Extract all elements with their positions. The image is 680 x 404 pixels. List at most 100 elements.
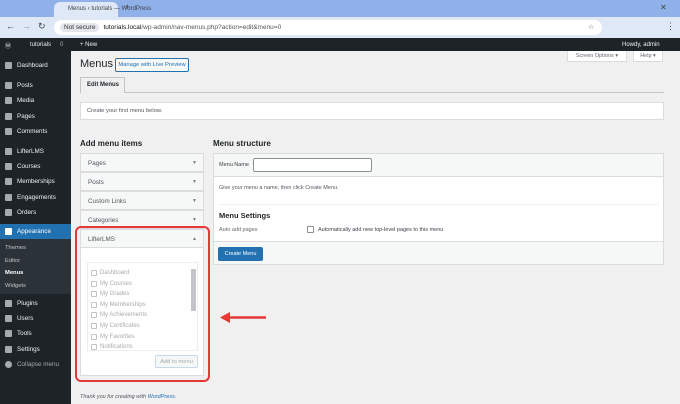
label: Users <box>17 315 34 322</box>
chevron-down-icon: ▼ <box>192 217 197 223</box>
howdy-account[interactable]: Howdy, admin <box>622 42 660 48</box>
pin-icon <box>5 82 12 89</box>
submenu-themes[interactable]: Themes <box>5 245 26 251</box>
sidebar-item-engagements[interactable]: Engagements <box>0 194 71 201</box>
tab-edit-menus[interactable]: Edit Menus <box>80 77 125 93</box>
accordion-posts[interactable]: Posts ▼ <box>80 172 204 191</box>
wordpress-link[interactable]: WordPress <box>148 394 175 400</box>
menu-name-label: Menu Name <box>219 162 249 168</box>
sidebar-item-dashboard[interactable]: Dashboard <box>0 62 71 69</box>
media-icon <box>5 97 12 104</box>
menu-structure-title: Menu structure <box>213 139 271 148</box>
label: Custom Links <box>88 198 127 205</box>
back-icon[interactable]: ← <box>6 21 15 31</box>
create-menu-button[interactable]: Create Menu <box>218 247 263 261</box>
label: Appearance <box>17 228 51 235</box>
sidebar-item-orders[interactable]: Orders <box>0 209 71 216</box>
url-path: /wp-admin/nav-menus.php?action=edit&menu… <box>141 24 282 31</box>
site-name-link[interactable]: tutorials <box>30 42 51 48</box>
add-menu-items-title: Add menu items <box>80 139 143 148</box>
tab-divider <box>80 92 664 93</box>
auto-add-label: Auto add pages <box>219 227 258 233</box>
footer-credit: Thank you for creating with WordPress. <box>80 394 176 400</box>
sidebar-item-memberships[interactable]: Memberships <box>0 178 71 185</box>
new-label: New <box>85 42 98 48</box>
browser-tab[interactable]: Menus ‹ tutorials — WordPress <box>54 2 151 17</box>
divider <box>219 204 659 205</box>
sidebar-item-lifterlms[interactable]: LifterLMS <box>0 148 71 155</box>
label: Media <box>17 97 35 104</box>
cart-icon <box>5 209 12 216</box>
sidebar-item-posts[interactable]: Posts <box>0 82 71 89</box>
collapse-menu[interactable]: Collapse menu <box>0 361 71 368</box>
help-button[interactable]: Help ▾ <box>633 51 663 62</box>
label: Comments <box>17 128 48 135</box>
live-preview-button[interactable]: Manage with Live Preview <box>115 58 189 72</box>
not-secure-badge[interactable]: Not secure <box>60 23 100 32</box>
reload-icon[interactable]: ↻ <box>38 21 46 32</box>
comment-icon <box>5 128 12 135</box>
highlight-annotation-box <box>75 226 210 382</box>
menu-structure-box: Menu Name Give your menu a name, then cl… <box>213 153 664 265</box>
chevron-down-icon: ▼ <box>192 160 197 166</box>
url-host: tutorials.local <box>103 24 142 31</box>
sidebar-item-comments[interactable]: Comments <box>0 128 71 135</box>
menu-name-input[interactable] <box>253 158 372 172</box>
pages-icon <box>5 113 12 120</box>
auto-add-option-label[interactable]: Automatically add new top-level pages to… <box>318 227 443 233</box>
label: Orders <box>17 209 37 216</box>
wordpress-logo-icon[interactable]: Ⓦ <box>5 41 11 50</box>
sidebar-item-courses[interactable]: Courses <box>0 163 71 170</box>
submenu-widgets[interactable]: Widgets <box>5 283 26 289</box>
label: Memberships <box>17 178 55 185</box>
label: Engagements <box>17 194 56 201</box>
label: LifterLMS <box>17 148 44 155</box>
sidebar-item-plugins[interactable]: Plugins <box>0 300 71 307</box>
bookmark-star-icon[interactable]: ☆ <box>588 23 594 31</box>
menu-hint: Give your menu a name, then click Create… <box>219 185 339 191</box>
forward-icon[interactable]: → <box>22 21 31 31</box>
label: Pages <box>17 113 35 120</box>
users-icon <box>5 315 12 322</box>
label: Posts <box>88 179 104 186</box>
memberships-icon <box>5 178 12 185</box>
label: Pages <box>88 160 106 167</box>
label: Settings <box>17 346 40 353</box>
courses-icon <box>5 163 12 170</box>
new-tab-icon[interactable]: + <box>125 2 130 12</box>
address-bar[interactable]: Not secure tutorials.local/wp-admin/nav-m… <box>54 20 602 35</box>
submenu-editor[interactable]: Editor <box>5 258 20 264</box>
label: Courses <box>17 163 41 170</box>
new-content-link[interactable]: + New <box>80 42 97 48</box>
collapse-icon <box>5 361 12 368</box>
sidebar-item-users[interactable]: Users <box>0 315 71 322</box>
accordion-pages[interactable]: Pages ▼ <box>80 153 204 172</box>
accordion-custom-links[interactable]: Custom Links ▼ <box>80 191 204 210</box>
page-title: Menus <box>80 58 114 70</box>
label: Tools <box>17 330 32 337</box>
sidebar-item-tools[interactable]: Tools <box>0 330 71 337</box>
settings-icon <box>5 346 12 353</box>
sidebar-item-pages[interactable]: Pages <box>0 113 71 120</box>
label: Plugins <box>17 300 38 307</box>
wrench-icon <box>5 330 12 337</box>
sidebar-item-appearance[interactable]: Appearance <box>0 228 71 235</box>
annotation-arrow-icon <box>220 312 266 323</box>
screen-options-button[interactable]: Screen Options ▾ <box>567 51 627 62</box>
browser-tab-bar: Menus ‹ tutorials — WordPress ✕ + <box>0 0 680 17</box>
sidebar-item-media[interactable]: Media <box>0 97 71 104</box>
menu-icon[interactable]: ⋮ <box>666 21 675 32</box>
brush-icon <box>5 228 12 235</box>
footer-end: . <box>174 394 177 400</box>
sidebar-item-settings[interactable]: Settings <box>0 346 71 353</box>
engagements-icon <box>5 194 12 201</box>
label: Collapse menu <box>17 361 60 368</box>
comments-count[interactable]: 0 <box>60 42 63 48</box>
submenu-menus[interactable]: Menus <box>5 270 23 276</box>
admin-sidebar: Dashboard Posts Media Pages Comments Lif… <box>0 51 71 404</box>
notice-box: Create your first menu below. <box>80 102 664 120</box>
admin-bar: Ⓦ tutorials 0 + New Howdy, admin <box>0 38 680 51</box>
close-window-icon[interactable]: ✕ <box>660 3 667 12</box>
auto-add-checkbox[interactable] <box>307 226 314 233</box>
menu-settings-title: Menu Settings <box>219 211 271 220</box>
